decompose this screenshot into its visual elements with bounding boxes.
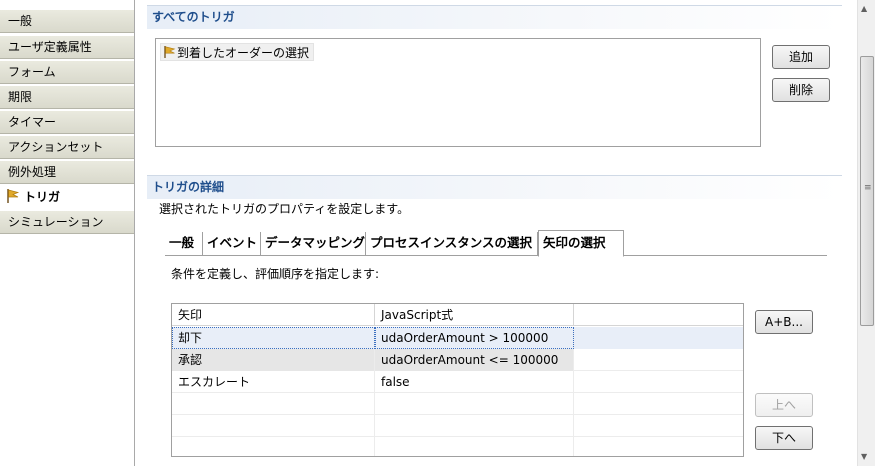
nav-item-label: 期限: [8, 90, 33, 104]
instruction-text: 条件を定義し、評価順序を指定します:: [171, 267, 380, 281]
nav-item-label: フォーム: [8, 65, 56, 79]
table-row[interactable]: エスカレート false: [172, 371, 743, 393]
table-row[interactable]: 却下 udaOrderAmount > 100000: [172, 327, 743, 349]
empty-cell: [375, 415, 574, 437]
trigger-details-title: トリガの詳細: [147, 175, 842, 199]
column-header-arrow[interactable]: 矢印: [172, 304, 375, 326]
empty-cell: [172, 393, 375, 415]
vertical-scrollbar[interactable]: ▲ ≡ ▼: [857, 0, 875, 466]
flag-icon: [6, 188, 20, 204]
table-row-empty: [172, 393, 743, 415]
tab-process-instance-selection[interactable]: プロセスインスタンスの選択: [366, 232, 538, 256]
empty-cell: [574, 349, 743, 371]
scroll-down-arrow-icon[interactable]: ▼: [861, 452, 867, 461]
expression-cell[interactable]: udaOrderAmount > 100000: [375, 327, 574, 349]
flag-icon: [163, 45, 177, 59]
scrollbar-thumb[interactable]: ≡: [860, 56, 874, 326]
empty-cell: [574, 393, 743, 415]
nav-item-label: ユーザ定義属性: [8, 40, 92, 54]
delete-button[interactable]: 削除: [772, 78, 830, 102]
move-up-button[interactable]: 上へ: [755, 393, 813, 417]
conditions-table: 矢印 JavaScript式 却下 udaOrderAmount > 10000…: [171, 303, 744, 457]
empty-cell: [375, 437, 574, 456]
left-nav: 一般 ユーザ定義属性 フォーム 期限 タイマー アクションセット 例外処理 トリ…: [0, 0, 135, 466]
grip-icon: ≡: [864, 183, 872, 193]
trigger-item-label: 到着したオーダーの選択: [177, 46, 310, 60]
tab-arrow-selection[interactable]: 矢印の選択: [538, 230, 624, 257]
nav-item-timer[interactable]: タイマー: [0, 110, 134, 134]
nav-item-trigger[interactable]: トリガ: [0, 185, 134, 209]
trigger-list[interactable]: 到着したオーダーの選択: [155, 38, 761, 147]
nav-item-label: トリガ: [24, 190, 61, 204]
tab-general[interactable]: 一般: [165, 232, 203, 256]
nav-item-form[interactable]: フォーム: [0, 60, 134, 84]
trigger-details-description: 選択されたトリガのプロパティを設定します。: [159, 202, 410, 216]
table-row-empty: [172, 437, 743, 456]
tab-data-mapping[interactable]: データマッピング: [261, 232, 366, 256]
nav-item-label: タイマー: [8, 115, 57, 129]
add-button[interactable]: 追加: [772, 45, 830, 69]
empty-cell: [574, 371, 743, 393]
nav-item-label: シミュレーション: [8, 215, 104, 229]
all-triggers-title: すべてのトリガ: [147, 5, 842, 29]
expression-cell[interactable]: false: [375, 371, 574, 393]
nav-item-label: 一般: [8, 14, 33, 28]
arrow-cell[interactable]: 承認: [172, 349, 375, 371]
table-row-empty: [172, 415, 743, 437]
column-header-empty: [574, 304, 743, 326]
empty-cell: [574, 327, 743, 349]
nav-item-label: 例外処理: [8, 165, 57, 179]
empty-cell: [172, 437, 375, 456]
empty-cell: [574, 415, 743, 437]
empty-cell: [172, 415, 375, 437]
table-header: 矢印 JavaScript式: [172, 304, 743, 326]
scroll-up-arrow-icon[interactable]: ▲: [861, 4, 867, 13]
arrow-cell[interactable]: 却下: [172, 327, 375, 349]
move-down-button[interactable]: 下へ: [755, 426, 813, 450]
tab-event[interactable]: イベント: [203, 232, 261, 256]
nav-item-label: アクションセット: [8, 140, 104, 154]
nav-item-exception[interactable]: 例外処理: [0, 160, 134, 184]
nav-item-action-set[interactable]: アクションセット: [0, 135, 134, 159]
column-header-javascript[interactable]: JavaScript式: [375, 304, 574, 326]
expression-cell[interactable]: udaOrderAmount <= 100000: [375, 349, 574, 371]
empty-cell: [375, 393, 574, 415]
nav-item-deadline[interactable]: 期限: [0, 85, 134, 109]
nav-item-user-attributes[interactable]: ユーザ定義属性: [0, 35, 134, 59]
table-row[interactable]: 承認 udaOrderAmount <= 100000: [172, 349, 743, 371]
expression-builder-button[interactable]: A+B...: [755, 310, 813, 334]
empty-cell: [574, 437, 743, 456]
arrow-cell[interactable]: エスカレート: [172, 371, 375, 393]
tab-strip: 一般 イベント データマッピング プロセスインスタンスの選択 矢印の選択: [165, 230, 827, 257]
nav-item-simulation[interactable]: シミュレーション: [0, 210, 134, 234]
trigger-list-item[interactable]: 到着したオーダーの選択: [160, 43, 315, 61]
nav-item-general[interactable]: 一般: [0, 9, 134, 33]
